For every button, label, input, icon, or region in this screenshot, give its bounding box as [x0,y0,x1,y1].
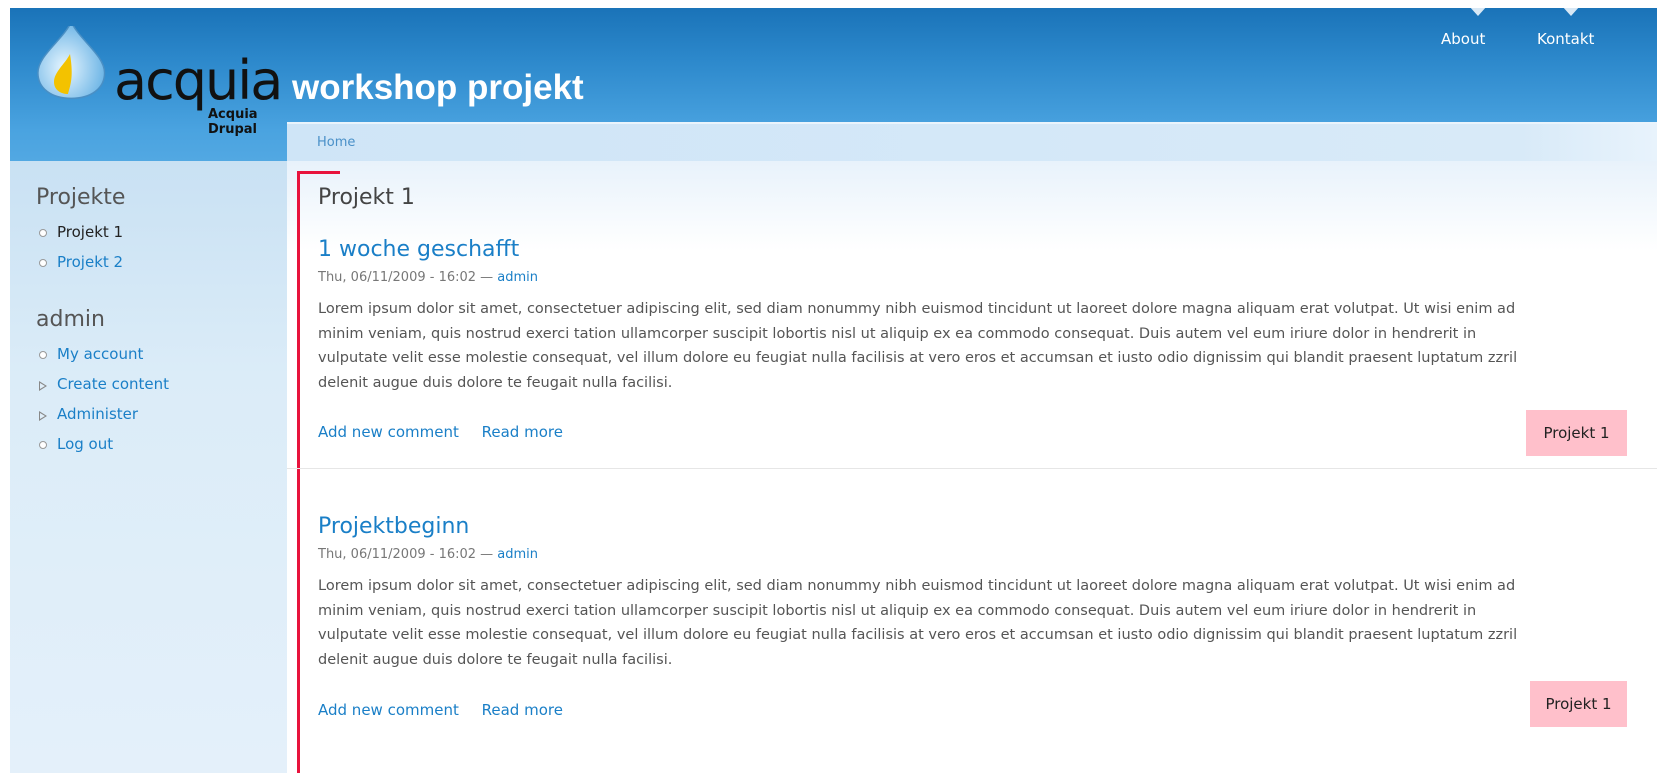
sidebar-item-my-account[interactable]: My account [36,345,169,375]
user-menu: My account Create content Administer Log… [36,345,169,465]
projekte-menu: Projekt 1 Projekt 2 [36,223,123,283]
node-date: Thu, 06/11/2009 - 16:02 [318,270,477,285]
main-content: Projekt 1 1 woche geschafft Thu, 06/11/2… [287,161,1657,773]
sidebar-item-label: Create content [57,375,170,393]
triangle-bullet-icon [39,381,47,391]
sidebar-item-create-content[interactable]: Create content [36,375,169,405]
add-comment-link[interactable]: Add new comment [318,423,459,441]
node-author-link[interactable]: admin [497,547,538,562]
sidebar-item-projekt-1[interactable]: Projekt 1 [36,223,123,253]
sidebar-item-projekt-2[interactable]: Projekt 2 [36,253,123,283]
taxonomy-tag[interactable]: Projekt 1 [1530,681,1627,727]
node-body: Lorem ipsum dolor sit amet, consectetuer… [318,578,1518,668]
nav-active-indicator-icon [1469,8,1487,16]
sidebar-item-log-out[interactable]: Log out [36,435,169,465]
highlight-bar-top [297,171,340,174]
triangle-bullet-icon [39,411,47,421]
sidebar-item-label: Log out [57,435,114,453]
sidebar-item-label: Administer [57,405,139,423]
node-submitted: Thu, 06/11/2009 - 16:02 — admin [318,270,1643,285]
node-links: Add new comment Read more [318,701,581,719]
node-meta-separator: — [476,270,498,285]
node-date: Thu, 06/11/2009 - 16:02 [318,547,477,562]
site-name[interactable]: workshop projekt [292,68,584,108]
sidebar-item-label: Projekt 2 [57,253,124,271]
circle-bullet-icon [39,229,47,237]
highlight-bar [297,171,300,773]
block-title-projekte: Projekte [36,185,126,210]
block-title-user: admin [36,307,105,332]
node-teaser: Projektbeginn Thu, 06/11/2009 - 16:02 — … [318,514,1643,744]
nav-active-indicator-icon [1562,8,1580,16]
circle-bullet-icon [39,351,47,359]
node-teaser: 1 woche geschafft Thu, 06/11/2009 - 16:0… [318,237,1643,459]
node-title-link[interactable]: Projektbeginn [318,514,1643,539]
logo-wordmark: acquia [114,49,283,112]
page-frame: acquia Acquia Drupal workshop projekt Ab… [10,8,1657,773]
node-body: Lorem ipsum dolor sit amet, consectetuer… [318,301,1518,391]
nav-link-kontakt[interactable]: Kontakt [1537,30,1594,48]
node-author-link[interactable]: admin [497,270,538,285]
node-meta-separator: — [476,547,498,562]
node-title-link[interactable]: 1 woche geschafft [318,237,1643,262]
circle-bullet-icon [39,259,47,267]
sidebar-item-label: My account [57,345,144,363]
sidebar: Projekte Projekt 1 Projekt 2 admin My ac… [10,161,287,773]
breadcrumb-home[interactable]: Home [317,135,355,150]
add-comment-link[interactable]: Add new comment [318,701,459,719]
node-separator [287,468,1657,469]
read-more-link[interactable]: Read more [482,701,563,719]
node-links: Add new comment Read more [318,423,581,441]
site-logo[interactable]: acquia Acquia Drupal [34,26,294,137]
circle-bullet-icon [39,441,47,449]
breadcrumb-bar: Home [287,122,1657,162]
node-submitted: Thu, 06/11/2009 - 16:02 — admin [318,547,1643,562]
read-more-link[interactable]: Read more [482,423,563,441]
sidebar-item-administer[interactable]: Administer [36,405,169,435]
water-drop-icon [37,26,106,100]
sidebar-item-label: Projekt 1 [57,223,124,241]
nav-link-about[interactable]: About [1441,30,1485,48]
page-title: Projekt 1 [318,185,415,210]
logo-subtitle: Acquia Drupal [208,107,258,137]
taxonomy-tag[interactable]: Projekt 1 [1526,410,1627,456]
site-header: acquia Acquia Drupal workshop projekt Ab… [10,8,1657,162]
